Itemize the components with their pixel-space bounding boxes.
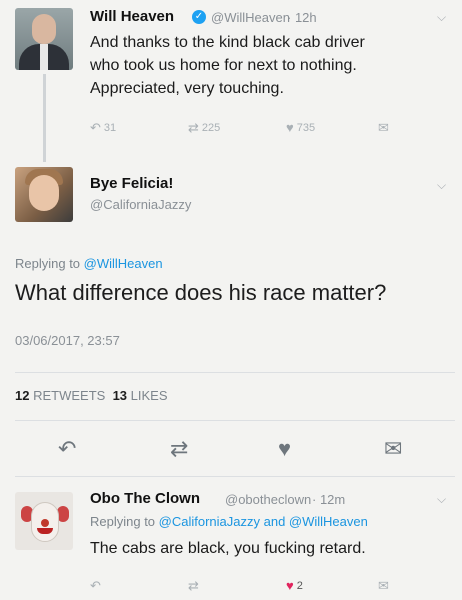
tweet-text: What difference does his race matter? (15, 280, 387, 305)
retweet-label[interactable]: RETWEETS (33, 388, 105, 403)
reply-button[interactable]: ↶ 31 (90, 120, 116, 136)
reply-button[interactable]: ↶ (90, 578, 104, 594)
retweet-count[interactable]: 12 (15, 388, 29, 403)
divider (15, 372, 455, 373)
engagement-stats: 12 RETWEETS 13 LIKES (15, 388, 168, 403)
reply-count: 31 (103, 122, 117, 134)
heart-icon: ♥ (286, 120, 294, 135)
direct-message-button[interactable]: ✉ (378, 578, 392, 594)
display-name[interactable]: Obo The Clown (90, 490, 200, 507)
display-name[interactable]: Will Heaven (90, 8, 174, 25)
like-count: 735 (296, 121, 316, 134)
divider (15, 420, 455, 421)
like-count[interactable]: 13 (113, 388, 127, 403)
retweet-icon[interactable]: ⇄ (170, 436, 188, 462)
mention-link[interactable]: @WillHeaven (84, 256, 163, 271)
chevron-down-icon[interactable]: ⌵ (437, 492, 446, 507)
reply-icon: ↶ (90, 120, 101, 135)
user-handle[interactable]: @CaliforniaJazzy (90, 197, 191, 212)
like-button[interactable]: ♥ 735 (286, 120, 315, 135)
envelope-icon: ✉ (378, 578, 389, 593)
tweet-time[interactable]: · 12m (312, 492, 345, 507)
envelope-icon: ✉ (378, 120, 389, 135)
chevron-down-icon[interactable]: ⌵ (437, 178, 446, 193)
direct-message-button[interactable]: ✉ (378, 120, 392, 136)
reply-icon[interactable]: ↶ (58, 436, 76, 462)
retweet-icon: ⇄ (188, 578, 199, 593)
retweet-button[interactable]: ⇄ 225 (188, 120, 220, 136)
display-name[interactable]: Bye Felicia! (90, 175, 173, 192)
avatar[interactable] (15, 8, 73, 70)
divider (15, 476, 455, 477)
heart-icon[interactable]: ♥ (278, 436, 291, 462)
chevron-down-icon[interactable]: ⌵ (437, 10, 446, 25)
verified-badge-icon: ✓ (192, 10, 206, 24)
retweet-count: 225 (201, 122, 221, 134)
avatar[interactable] (15, 492, 73, 550)
mention-link[interactable]: @CaliforniaJazzy and @WillHeaven (159, 514, 368, 529)
replying-to: Replying to @CaliforniaJazzy and @WillHe… (90, 514, 368, 529)
retweet-button[interactable]: ⇄ (188, 578, 202, 594)
retweet-icon: ⇄ (188, 120, 199, 135)
user-handle[interactable]: @WillHeaven (211, 10, 290, 25)
avatar[interactable] (15, 167, 73, 222)
like-label[interactable]: LIKES (131, 388, 168, 403)
tweet-text: And thanks to the kind black cab driver … (90, 34, 365, 97)
user-handle[interactable]: @obotheclown (225, 492, 311, 507)
replying-to: Replying to @WillHeaven (15, 256, 163, 271)
tweet-timestamp[interactable]: 03/06/2017, 23:57 (15, 333, 120, 348)
heart-icon: ♥ (286, 578, 294, 593)
tweet-text: The cabs are black, you fucking retard. (90, 540, 366, 557)
thread-connector (43, 74, 46, 162)
like-count: 2 (296, 579, 303, 592)
tweet-time[interactable]: · 12h (287, 10, 317, 25)
reply-icon: ↶ (90, 578, 101, 593)
envelope-icon[interactable]: ✉ (384, 436, 402, 462)
like-button[interactable]: ♥ 2 (286, 578, 303, 593)
